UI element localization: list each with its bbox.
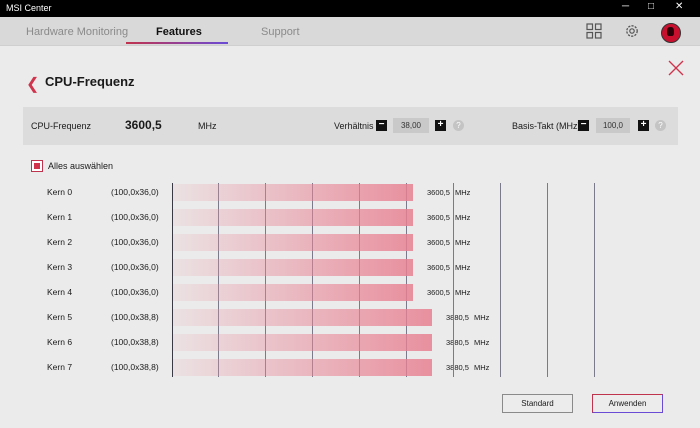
base-clock-decrease-button[interactable]: − — [578, 120, 589, 131]
avatar-icon[interactable] — [661, 23, 681, 43]
core-frequency-bar — [173, 184, 413, 201]
base-clock-label: Basis-Takt (MHz) — [512, 121, 581, 131]
chevron-left-icon[interactable]: ❮ — [26, 74, 39, 94]
core-name: Kern 0 — [47, 187, 73, 197]
apply-button[interactable]: Anwenden — [592, 394, 663, 413]
core-frequency-bar — [173, 334, 432, 351]
ratio-help-icon[interactable]: ? — [453, 120, 464, 131]
core-name: Kern 3 — [47, 262, 73, 272]
core-ratio: (100,0x36,0) — [111, 187, 159, 197]
core-frequency-bar — [173, 284, 413, 301]
page-title: CPU-Frequenz — [45, 74, 135, 89]
core-name: Kern 5 — [47, 312, 73, 322]
select-all-label: Alles auswählen — [48, 161, 114, 171]
close-window-button[interactable]: ✕ — [675, 1, 683, 12]
core-ratio: (100,0x36,0) — [111, 237, 159, 247]
core-name: Kern 4 — [47, 287, 73, 297]
grid-line — [594, 183, 595, 377]
core-frequency-bar — [173, 209, 413, 226]
core-name: Kern 7 — [47, 362, 73, 372]
core-ratio: (100,0x38,8) — [111, 312, 159, 322]
select-all-checkbox[interactable] — [31, 160, 43, 172]
core-frequency-bar — [173, 234, 413, 251]
ratio-label: Verhältnis — [334, 121, 374, 131]
title-bar: MSI Center ─ □ ✕ — [0, 0, 700, 17]
core-ratio: (100,0x38,8) — [111, 362, 159, 372]
cpu-frequency-label: CPU-Frequenz — [31, 121, 92, 131]
core-frequency-bar — [173, 309, 432, 326]
grid-icon[interactable] — [586, 23, 602, 39]
core-name: Kern 1 — [47, 212, 73, 222]
core-ratio: (100,0x36,0) — [111, 287, 159, 297]
cpu-frequency-panel: CPU-Frequenz 3600,5 MHz Verhältnis − 38,… — [23, 107, 678, 145]
gear-icon[interactable] — [624, 23, 640, 39]
core-name: Kern 6 — [47, 337, 73, 347]
active-tab-indicator — [126, 42, 228, 44]
close-icon[interactable] — [668, 60, 684, 76]
core-ratio: (100,0x36,0) — [111, 262, 159, 272]
cpu-frequency-unit: MHz — [198, 121, 217, 131]
window-title: MSI Center — [6, 3, 52, 13]
grid-line — [500, 183, 501, 377]
core-name: Kern 2 — [47, 237, 73, 247]
top-nav: Hardware Monitoring Features Support — [0, 17, 700, 46]
core-ratio: (100,0x38,8) — [111, 337, 159, 347]
minimize-button[interactable]: ─ — [622, 1, 629, 12]
standard-button[interactable]: Standard — [502, 394, 573, 413]
frequency-grid — [172, 183, 612, 377]
base-clock-input[interactable]: 100,0 — [596, 118, 630, 133]
ratio-decrease-button[interactable]: − — [376, 120, 387, 131]
core-frequency-bar — [173, 259, 413, 276]
core-frequency-bar — [173, 359, 432, 376]
tab-hardware-monitoring[interactable]: Hardware Monitoring — [26, 26, 128, 38]
maximize-button[interactable]: □ — [648, 1, 654, 12]
tab-features[interactable]: Features — [156, 26, 202, 38]
ratio-increase-button[interactable]: + — [435, 120, 446, 131]
cpu-frequency-value: 3600,5 — [125, 118, 162, 132]
base-clock-increase-button[interactable]: + — [638, 120, 649, 131]
tab-support[interactable]: Support — [261, 26, 300, 38]
grid-line — [547, 183, 548, 377]
grid-line — [453, 183, 454, 377]
core-ratio: (100,0x36,0) — [111, 212, 159, 222]
base-clock-help-icon[interactable]: ? — [655, 120, 666, 131]
ratio-input[interactable]: 38,00 — [393, 118, 429, 133]
